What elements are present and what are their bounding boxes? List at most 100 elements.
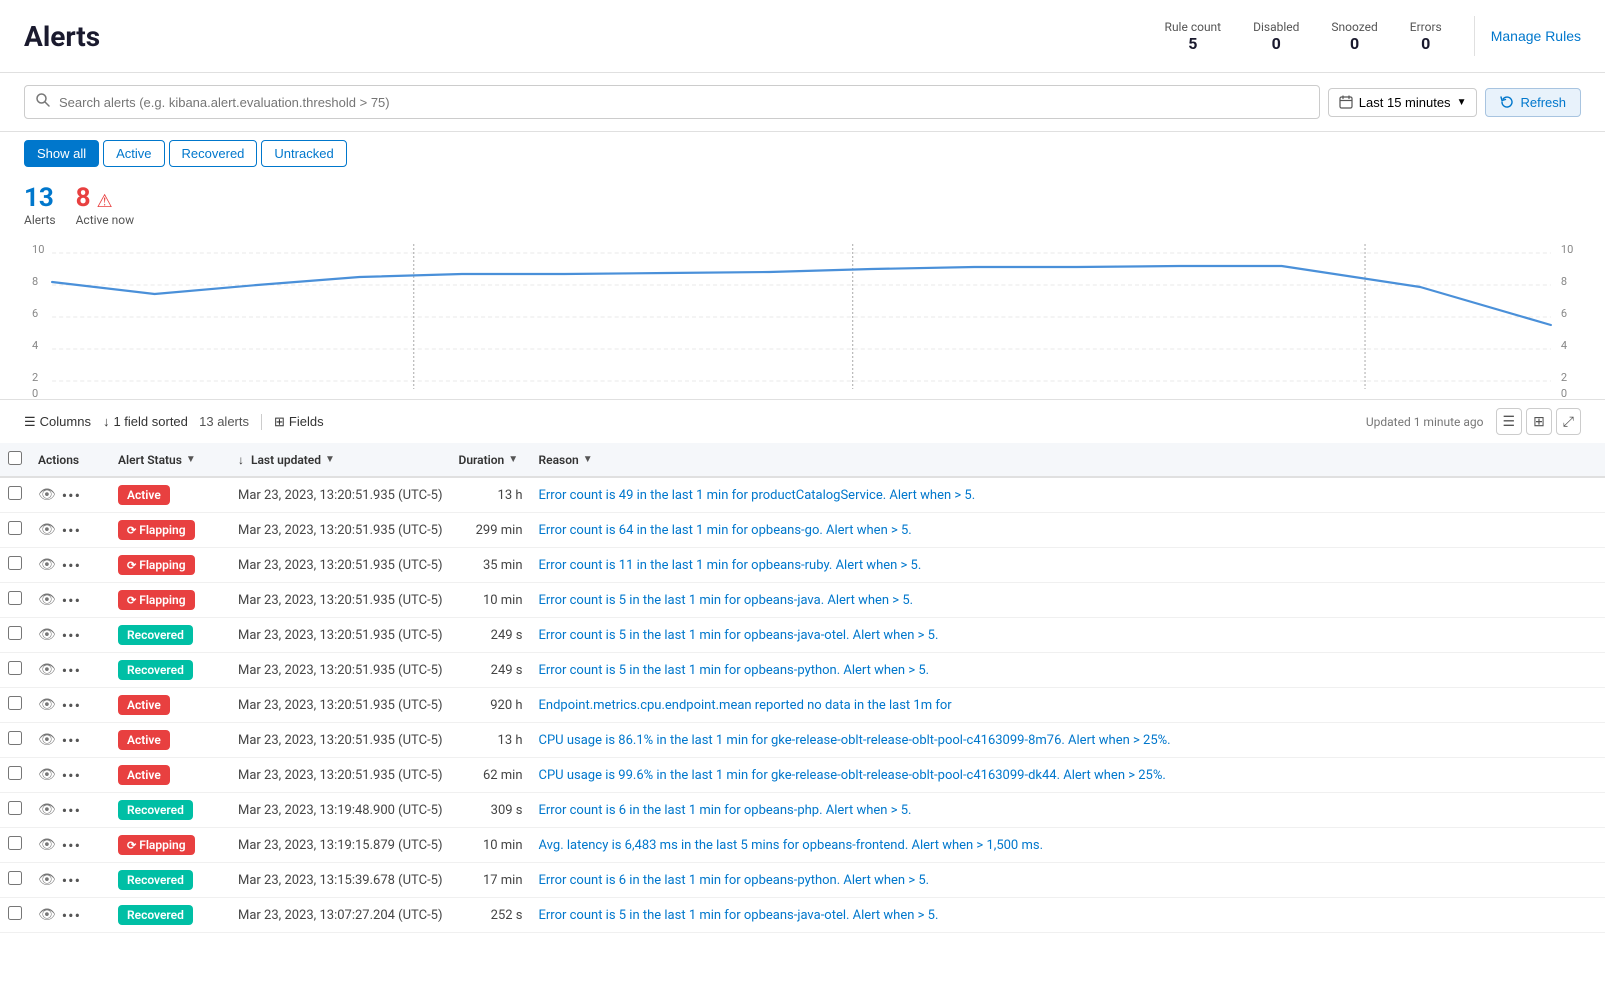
row-actions-cell: 👁 •••	[30, 583, 110, 618]
svg-text:10: 10	[1561, 243, 1573, 256]
reason-link[interactable]: Error count is 6 in the last 1 min for o…	[539, 873, 930, 888]
more-icon[interactable]: •••	[62, 731, 81, 750]
filter-untracked-button[interactable]: Untracked	[261, 140, 346, 167]
reason-link[interactable]: Error count is 5 in the last 1 min for o…	[539, 663, 930, 678]
row-reason-cell: Error count is 49 in the last 1 min for …	[531, 477, 1605, 513]
updated-text: Updated 1 minute ago	[1366, 415, 1484, 429]
reason-link[interactable]: Error count is 5 in the last 1 min for o…	[539, 628, 939, 643]
col-header-reason[interactable]: Reason ▼	[531, 443, 1605, 477]
row-checkbox-cell	[0, 688, 30, 723]
filter-recovered-button[interactable]: Recovered	[169, 140, 258, 167]
reason-link[interactable]: Error count is 64 in the last 1 min for …	[539, 523, 912, 538]
row-checkbox[interactable]	[8, 731, 22, 745]
columns-icon: ☰	[24, 414, 36, 430]
row-actions-cell: 👁 •••	[30, 723, 110, 758]
eye-icon[interactable]: 👁	[38, 627, 56, 643]
table-row: 👁 ••• ⟳Flapping Mar 23, 2023, 13:20:51.9…	[0, 583, 1605, 618]
eye-icon[interactable]: 👁	[38, 592, 56, 608]
row-checkbox[interactable]	[8, 871, 22, 885]
more-icon[interactable]: •••	[62, 696, 81, 715]
alerts-table: Actions Alert Status ▼ ↓ Last updated ▼	[0, 443, 1605, 933]
row-checkbox[interactable]	[8, 661, 22, 675]
eye-icon[interactable]: 👁	[38, 662, 56, 678]
eye-icon[interactable]: 👁	[38, 487, 56, 503]
grid-view-button[interactable]: ⊞	[1526, 408, 1552, 435]
reason-link[interactable]: CPU usage is 86.1% in the last 1 min for…	[539, 733, 1171, 748]
eye-icon[interactable]: 👁	[38, 557, 56, 573]
eye-icon[interactable]: 👁	[38, 837, 56, 853]
reason-link[interactable]: Error count is 5 in the last 1 min for o…	[539, 908, 939, 923]
fields-button[interactable]: ⊞ Fields	[274, 414, 324, 430]
more-icon[interactable]: •••	[62, 521, 81, 540]
row-status-cell: Active	[110, 758, 230, 793]
expand-view-button[interactable]: ⤢	[1556, 408, 1581, 435]
reason-link[interactable]: CPU usage is 99.6% in the last 1 min for…	[539, 768, 1166, 783]
eye-icon[interactable]: 👁	[38, 802, 56, 818]
status-badge: Recovered	[118, 905, 193, 925]
more-icon[interactable]: •••	[62, 836, 81, 855]
sort-down-icon: ↓	[238, 453, 244, 467]
refresh-button[interactable]: Refresh	[1485, 88, 1581, 117]
search-input[interactable]	[59, 95, 1309, 110]
table-row: 👁 ••• Recovered Mar 23, 2023, 13:07:27.2…	[0, 898, 1605, 933]
eye-icon[interactable]: 👁	[38, 697, 56, 713]
more-icon[interactable]: •••	[62, 906, 81, 925]
row-checkbox[interactable]	[8, 836, 22, 850]
reason-link[interactable]: Error count is 6 in the last 1 min for o…	[539, 803, 912, 818]
col-header-updated[interactable]: ↓ Last updated ▼	[230, 443, 451, 477]
row-checkbox[interactable]	[8, 521, 22, 535]
row-checkbox[interactable]	[8, 626, 22, 640]
sort-button[interactable]: ↓ 1 field sorted 13 alerts	[103, 414, 249, 429]
columns-label: Columns	[40, 414, 91, 429]
columns-button[interactable]: ☰ Columns	[24, 414, 91, 430]
row-checkbox[interactable]	[8, 766, 22, 780]
eye-icon[interactable]: 👁	[38, 872, 56, 888]
search-bar[interactable]	[24, 85, 1320, 119]
more-icon[interactable]: •••	[62, 871, 81, 890]
more-icon[interactable]: •••	[62, 766, 81, 785]
table-toolbar: ☰ Columns ↓ 1 field sorted 13 alerts ⊞ F…	[0, 399, 1605, 443]
row-actions-cell: 👁 •••	[30, 688, 110, 723]
status-badge: Active	[118, 765, 170, 785]
reason-link[interactable]: Error count is 49 in the last 1 min for …	[539, 488, 976, 503]
alerts-chart-area: 10 8 6 4 2 0 10 8 6 4 2 0	[0, 231, 1605, 399]
row-checkbox[interactable]	[8, 801, 22, 815]
more-icon[interactable]: •••	[62, 591, 81, 610]
row-duration-cell: 920 h	[451, 688, 531, 723]
row-updated-cell: Mar 23, 2023, 13:19:48.900 (UTC-5)	[230, 793, 451, 828]
page-title: Alerts	[24, 20, 100, 53]
stat-disabled: Disabled 0	[1253, 20, 1299, 53]
reason-link[interactable]: Error count is 11 in the last 1 min for …	[539, 558, 922, 573]
row-actions-cell: 👁 •••	[30, 863, 110, 898]
more-icon[interactable]: •••	[62, 661, 81, 680]
manage-rules-button[interactable]: Manage Rules	[1491, 28, 1581, 44]
row-checkbox[interactable]	[8, 591, 22, 605]
more-icon[interactable]: •••	[62, 486, 81, 505]
more-icon[interactable]: •••	[62, 626, 81, 645]
more-icon[interactable]: •••	[62, 556, 81, 575]
reason-link[interactable]: Avg. latency is 6,483 ms in the last 5 m…	[539, 838, 1043, 853]
svg-text:0: 0	[1561, 387, 1567, 399]
list-view-button[interactable]: ☰	[1496, 408, 1523, 435]
row-actions-cell: 👁 •••	[30, 548, 110, 583]
eye-icon[interactable]: 👁	[38, 522, 56, 538]
eye-icon[interactable]: 👁	[38, 767, 56, 783]
more-icon[interactable]: •••	[62, 801, 81, 820]
eye-icon[interactable]: 👁	[38, 907, 56, 923]
col-header-status[interactable]: Alert Status ▼	[110, 443, 230, 477]
row-checkbox[interactable]	[8, 556, 22, 570]
time-picker-button[interactable]: Last 15 minutes ▼	[1328, 88, 1478, 117]
row-updated-cell: Mar 23, 2023, 13:15:39.678 (UTC-5)	[230, 863, 451, 898]
filter-show-all-button[interactable]: Show all	[24, 140, 99, 167]
reason-link[interactable]: Error count is 5 in the last 1 min for o…	[539, 593, 914, 608]
alerts-table-wrapper: Actions Alert Status ▼ ↓ Last updated ▼	[0, 443, 1605, 933]
eye-icon[interactable]: 👁	[38, 732, 56, 748]
col-header-duration[interactable]: Duration ▼	[451, 443, 531, 477]
row-checkbox-cell	[0, 758, 30, 793]
select-all-checkbox[interactable]	[8, 451, 22, 465]
row-checkbox[interactable]	[8, 906, 22, 920]
row-checkbox[interactable]	[8, 696, 22, 710]
row-checkbox[interactable]	[8, 486, 22, 500]
reason-link[interactable]: Endpoint.metrics.cpu.endpoint.mean repor…	[539, 698, 952, 713]
filter-active-button[interactable]: Active	[103, 140, 164, 167]
